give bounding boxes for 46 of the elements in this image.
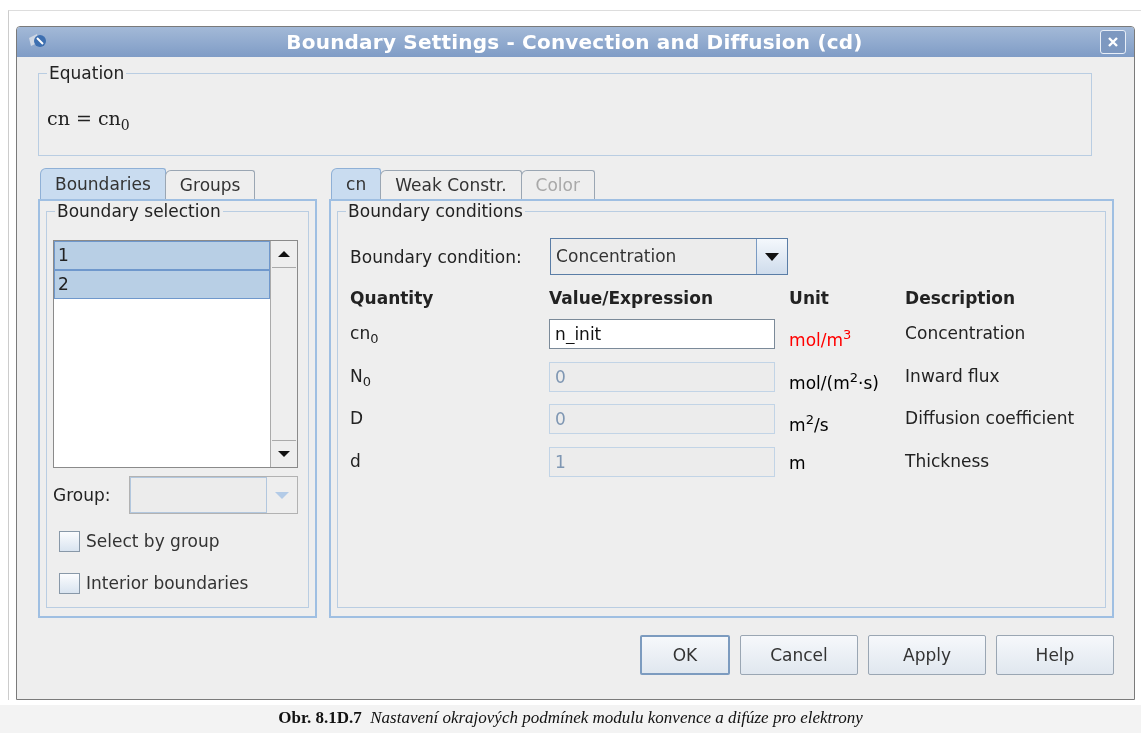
quantity-label: N$_{0}$ [350,364,373,392]
tab[interactable]: Boundaries [40,168,166,199]
unit-label: m [789,451,807,475]
quantity-label: D [350,407,365,431]
group-label: Boundary selection [55,201,223,221]
value-field[interactable]: n_init [549,319,776,349]
description-label: Concentration [905,322,1027,345]
description-label: Thickness [905,449,991,473]
tab[interactable]: cn [331,168,382,199]
column-header: Unit [789,287,830,310]
boundary-condition-dropdown[interactable]: Concentration [550,238,789,275]
window-title: Boundary Settings - Convection and Diffusion (cd) [285,30,864,54]
checkbox[interactable] [59,572,80,594]
dialog-button[interactable]: Help [996,635,1114,675]
dialog-button[interactable]: Apply [868,635,986,675]
list-item[interactable]: 2 [54,270,271,299]
tab[interactable]: Groups [164,170,256,199]
dialog-button[interactable]: Cancel [740,635,858,675]
boundary-condition-label: Boundary condition: [350,246,523,267]
checkbox-label[interactable]: Select by group [86,531,220,551]
close-button[interactable] [1100,30,1126,54]
quantity-label: d [350,449,362,473]
unit-label: mol/(m$^{2}$·s) [789,368,880,395]
boundary-list[interactable]: 1 2 [53,240,299,468]
column-header: Description [905,287,1017,310]
checkbox-label[interactable]: Interior boundaries [86,573,249,593]
caret-icon [765,252,780,261]
column-header: Quantity [350,287,435,310]
unit-label: mol/m$^{3}$ [789,326,853,352]
equation-text: cn = cn$_{0}$ [47,106,130,133]
figure-caption: Obr. 8.1D.7 Nastavení okrajových podmínek modulu konvence a difúze pro elektrony [0,705,1141,733]
group-label: Equation [47,63,127,83]
description-label: Diffusion coefficient [905,407,1076,431]
column-header: Value/Expression [549,287,714,310]
checkbox[interactable] [59,530,80,552]
group-label: Boundary conditions [346,201,525,221]
list-item[interactable]: 1 [54,241,271,270]
caret-icon [275,491,290,499]
group-label: Group: [53,485,112,505]
scrollbar[interactable] [270,241,298,467]
quantity-label: cn$_{0}$ [350,322,380,349]
close-icon [1106,35,1120,49]
description-label: Inward flux [905,364,1001,388]
dialog-button[interactable]: OK [640,635,730,675]
unit-label: m$^{2}$/s [789,411,830,437]
tab[interactable]: Weak Constr. [380,170,522,199]
